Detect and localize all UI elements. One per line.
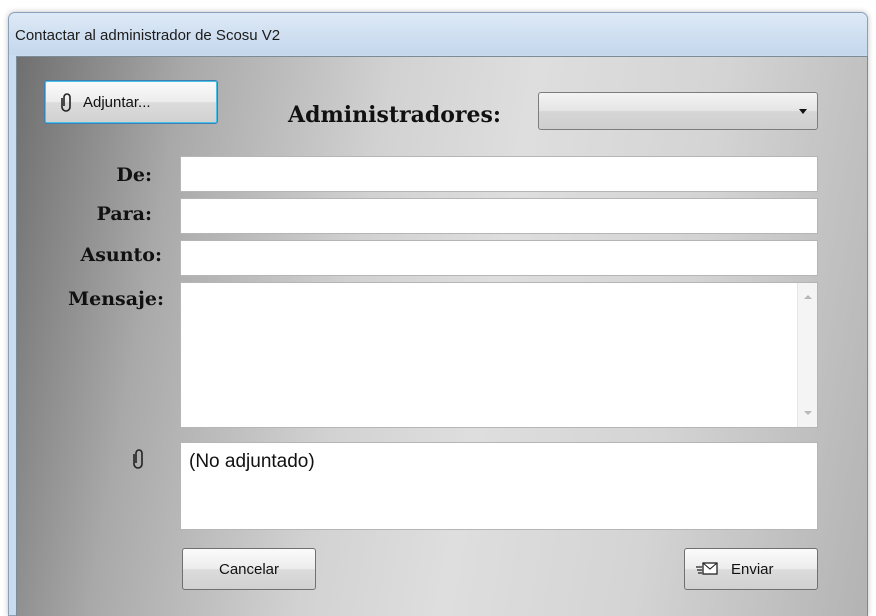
attachment-box: (No adjuntado)	[180, 442, 818, 530]
subject-label: Asunto:	[80, 244, 162, 266]
attach-button[interactable]: Adjuntar...	[44, 80, 218, 124]
to-label: Para:	[96, 203, 152, 225]
message-scrollbar[interactable]	[797, 283, 817, 427]
attach-button-label: Adjuntar...	[83, 93, 151, 111]
paperclip-icon	[61, 92, 73, 112]
attachment-status: (No adjuntado)	[189, 451, 315, 472]
from-label: De:	[116, 164, 152, 186]
paperclip-icon	[133, 448, 145, 470]
send-button[interactable]: Enviar	[684, 548, 818, 590]
cancel-button[interactable]: Cancelar	[182, 548, 316, 590]
from-field[interactable]	[180, 156, 818, 192]
envelope-send-icon	[695, 561, 719, 577]
message-label: Mensaje:	[68, 288, 164, 310]
administrators-label: Administradores:	[288, 102, 501, 128]
to-field[interactable]	[180, 198, 818, 234]
title-bar[interactable]: Contactar al administrador de Scosu V2	[9, 13, 867, 55]
administrators-dropdown[interactable]	[538, 92, 818, 130]
send-button-label: Enviar	[731, 560, 774, 578]
scroll-down-arrow-icon[interactable]	[804, 411, 812, 415]
cancel-button-label: Cancelar	[218, 560, 280, 578]
chevron-down-icon[interactable]	[799, 109, 807, 114]
window-title: Contactar al administrador de Scosu V2	[15, 27, 281, 44]
message-textarea[interactable]	[180, 282, 818, 428]
scroll-up-arrow-icon[interactable]	[804, 295, 812, 299]
subject-field[interactable]	[180, 240, 818, 276]
